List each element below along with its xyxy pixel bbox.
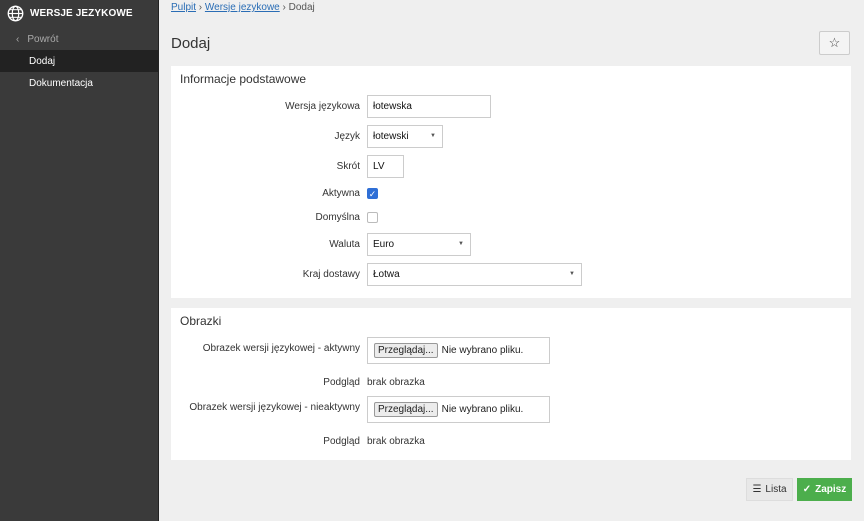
caret-down-icon: ▼	[430, 133, 436, 139]
list-button-label: Lista	[765, 484, 787, 495]
save-button[interactable]: ✓ Zapisz	[797, 478, 852, 501]
inactive-image-file-input[interactable]: Przeglądaj... Nie wybrano pliku.	[367, 396, 550, 423]
browse-button[interactable]: Przeglądaj...	[374, 343, 438, 358]
breadcrumb: Pulpit › Wersje jezykowe › Dodaj	[171, 2, 315, 13]
language-label: Język	[334, 131, 360, 142]
active-preview-value: brak obrazka	[367, 377, 425, 388]
sidebar-item-label: Dokumentacja	[29, 77, 93, 89]
star-icon: ☆	[828, 35, 841, 50]
sidebar-back-label: Powrót	[27, 33, 59, 45]
language-select[interactable]: łotewski ▼	[367, 125, 443, 148]
breadcrumb-link-wersje[interactable]: Wersje jezykowe	[205, 2, 280, 13]
language-value: łotewski	[373, 131, 409, 142]
file-status: Nie wybrano pliku.	[441, 404, 524, 415]
chevron-left-icon: ‹	[16, 33, 20, 45]
file-status: Nie wybrano pliku.	[441, 345, 524, 356]
globe-icon	[7, 5, 24, 21]
images-title: Obrazki	[180, 314, 222, 328]
currency-select[interactable]: Euro ▼	[367, 233, 471, 256]
active-image-label: Obrazek wersji językowej - aktywny	[202, 343, 360, 354]
inactive-image-label: Obrazek wersji językowej - nieaktywny	[189, 402, 360, 413]
active-checkbox[interactable]: ✓	[367, 188, 378, 199]
caret-down-icon: ▼	[458, 241, 464, 247]
inactive-preview-label: Podgląd	[323, 436, 360, 447]
save-button-label: Zapisz	[815, 484, 847, 495]
sidebar-back-link[interactable]: ‹ Powrót	[0, 28, 158, 50]
check-icon: ✓	[802, 484, 812, 495]
default-checkbox[interactable]	[367, 212, 378, 223]
short-label: Skrót	[336, 161, 360, 172]
short-input[interactable]: LV	[367, 155, 404, 178]
inactive-preview-value: brak obrazka	[367, 436, 425, 447]
sidebar: WERSJE JEZYKOWE ‹ Powrót Dodaj Dokumenta…	[0, 0, 159, 521]
language-version-label: Wersja językowa	[285, 101, 360, 112]
basic-info-title: Informacje podstawowe	[180, 72, 307, 86]
basic-info-panel: Informacje podstawowe Wersja językowa ło…	[171, 66, 851, 298]
default-label: Domyślna	[315, 212, 360, 223]
list-button[interactable]: ☰ Lista	[746, 478, 793, 501]
breadcrumb-current: Dodaj	[288, 2, 315, 13]
browse-button[interactable]: Przeglądaj...	[374, 402, 438, 417]
sidebar-item-label: Dodaj	[29, 55, 56, 67]
short-value: LV	[373, 161, 385, 172]
app-title: WERSJE JEZYKOWE	[30, 7, 133, 19]
images-panel: Obrazki Obrazek wersji językowej - aktyw…	[171, 308, 851, 460]
sidebar-item-dokumentacja[interactable]: Dokumentacja	[0, 72, 158, 94]
sidebar-item-dodaj[interactable]: Dodaj	[0, 50, 158, 72]
active-label: Aktywna	[322, 188, 360, 199]
currency-label: Waluta	[329, 239, 360, 250]
country-label: Kraj dostawy	[302, 269, 360, 280]
favorite-button[interactable]: ☆	[819, 31, 850, 55]
page-title: Dodaj	[171, 35, 211, 52]
list-icon: ☰	[752, 484, 762, 495]
currency-value: Euro	[373, 239, 395, 250]
language-version-value: łotewska	[373, 101, 412, 112]
country-select[interactable]: Łotwa ▼	[367, 263, 582, 286]
caret-down-icon: ▼	[569, 271, 575, 277]
breadcrumb-link-pulpit[interactable]: Pulpit	[171, 2, 196, 13]
active-preview-label: Podgląd	[323, 377, 360, 388]
language-version-input[interactable]: łotewska	[367, 95, 491, 118]
app-brand: WERSJE JEZYKOWE	[0, 0, 158, 26]
active-image-file-input[interactable]: Przeglądaj... Nie wybrano pliku.	[367, 337, 550, 364]
check-icon: ✓	[368, 189, 377, 199]
country-value: Łotwa	[373, 269, 400, 280]
